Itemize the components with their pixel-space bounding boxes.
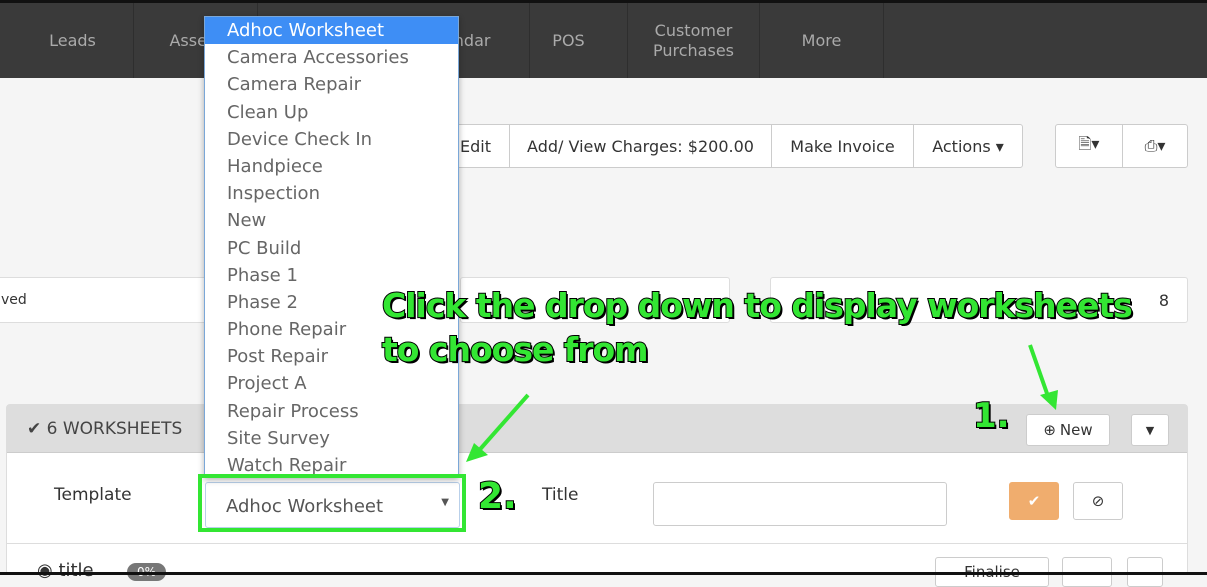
annotation-arrows xyxy=(466,344,1058,462)
arrow-to-select-icon xyxy=(473,393,530,457)
